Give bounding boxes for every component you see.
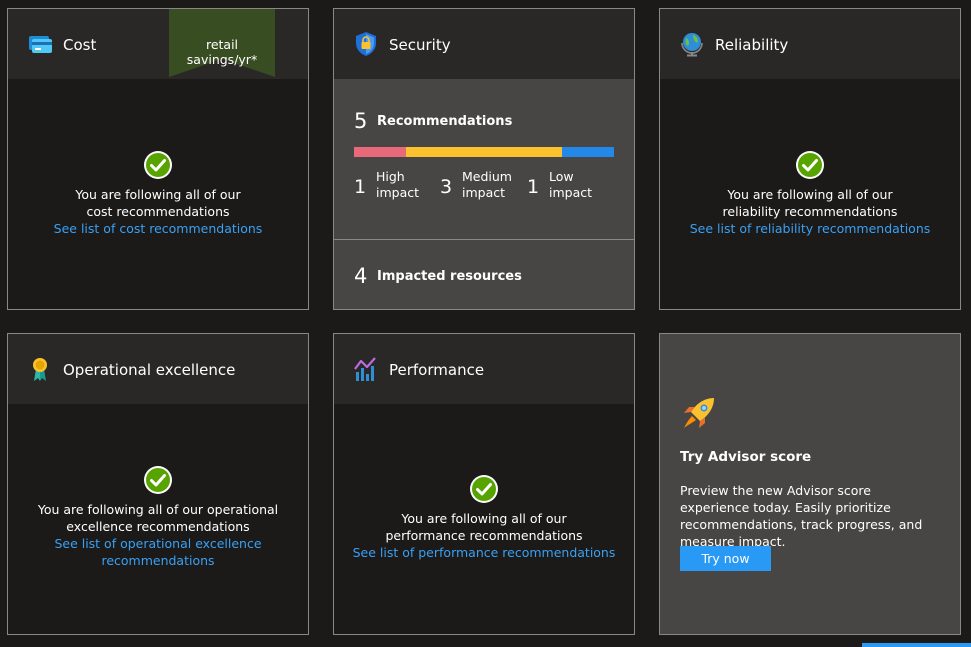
high-impact-label: High impact — [376, 169, 420, 200]
cost-message: You are following all of our cost recomm… — [75, 187, 241, 219]
performance-status: You are following all of our performance… — [334, 474, 634, 561]
performance-card-header: Performance — [334, 334, 634, 404]
check-circle-icon — [144, 466, 172, 494]
impacted-count: 4 — [354, 264, 368, 288]
high-impact-count: 1 — [354, 176, 367, 198]
globe-icon — [681, 33, 703, 57]
advisor-description: Preview the new Advisor score experience… — [680, 483, 923, 549]
low-impact-count: 1 — [527, 176, 540, 198]
security-recommendations-panel[interactable]: 5 Recommendations — [334, 79, 634, 239]
check-circle-icon — [470, 475, 498, 503]
cost-title: Cost — [63, 36, 97, 54]
credit-card-icon — [29, 36, 52, 53]
low-impact-bar — [562, 147, 614, 157]
performance-chart-icon — [354, 357, 376, 381]
security-card-header: Security — [334, 9, 634, 79]
award-ribbon-icon — [33, 358, 47, 381]
bottom-edge-element — [862, 643, 971, 647]
security-title: Security — [389, 36, 451, 54]
check-circle-icon — [796, 151, 824, 179]
medium-impact-label: Medium impact — [462, 169, 512, 200]
recommendations-count: 5 — [354, 109, 368, 133]
cost-card: Cost retail savings/yr* You are followin… — [7, 8, 309, 310]
rocket-icon — [684, 398, 714, 428]
medium-impact-count: 3 — [440, 176, 453, 198]
medium-impact-bar — [406, 147, 562, 157]
reliability-card-header: Reliability — [660, 9, 960, 79]
advisor-score-card: Try Advisor score Preview the new Adviso… — [659, 333, 961, 635]
check-circle-icon — [144, 151, 172, 179]
operational-message: You are following all of our operational… — [37, 502, 279, 534]
impacted-resources-panel[interactable]: 4 Impacted resources — [334, 240, 634, 309]
performance-card: Performance You are following all of our… — [333, 333, 635, 635]
reliability-recommendations-link[interactable]: See list of reliability recommendations — [660, 220, 960, 237]
operational-title: Operational excellence — [63, 361, 236, 379]
low-impact-label: Low impact — [549, 169, 593, 200]
recommendations-label: Recommendations — [377, 114, 513, 129]
advisor-title: Try Advisor score — [680, 449, 812, 465]
try-now-button[interactable]: Try now — [680, 546, 771, 571]
operational-excellence-card: Operational excellence You are following… — [7, 333, 309, 635]
performance-title: Performance — [389, 361, 485, 379]
high-impact-bar — [354, 147, 406, 157]
operational-card-header: Operational excellence — [8, 334, 308, 404]
operational-status: You are following all of our operational… — [8, 465, 308, 569]
reliability-title: Reliability — [715, 36, 789, 54]
performance-recommendations-link[interactable]: See list of performance recommendations — [334, 544, 634, 561]
performance-message: You are following all of our performance… — [385, 511, 583, 543]
cost-card-header: Cost retail savings/yr* — [8, 9, 308, 79]
reliability-message: You are following all of our reliability… — [722, 187, 898, 219]
operational-recommendations-link[interactable]: See list of operational excellence recom… — [8, 535, 308, 569]
reliability-card: Reliability You are following all of our… — [659, 8, 961, 310]
shield-lock-icon — [356, 32, 376, 56]
cost-status: You are following all of our cost recomm… — [8, 150, 308, 237]
ribbon-text: retail savings/yr* — [186, 37, 258, 67]
impacted-label: Impacted resources — [377, 269, 522, 284]
cost-recommendations-link[interactable]: See list of cost recommendations — [8, 220, 308, 237]
reliability-status: You are following all of our reliability… — [660, 150, 960, 237]
security-card: Security 5 Recommendations 1 High impact … — [333, 8, 635, 310]
